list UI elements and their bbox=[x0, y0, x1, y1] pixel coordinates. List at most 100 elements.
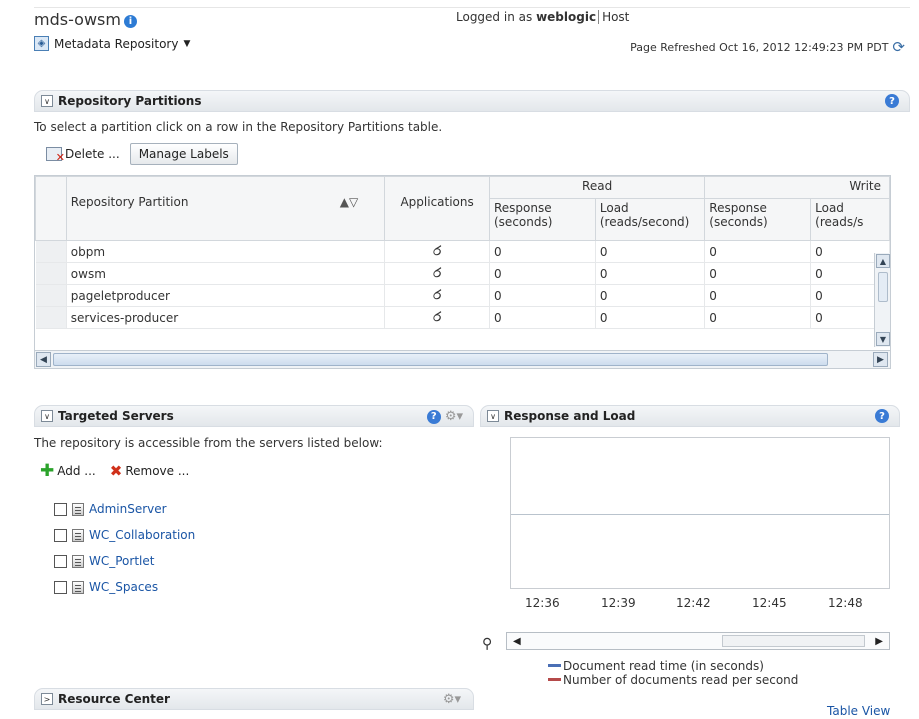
list-item: WC_Portlet bbox=[54, 548, 195, 574]
refresh-icon[interactable]: ⟳ bbox=[892, 38, 905, 56]
horizontal-scrollbar[interactable]: ◀ ▶ bbox=[35, 350, 890, 368]
server-link[interactable]: WC_Portlet bbox=[89, 554, 154, 568]
column-group-write: Write bbox=[704, 176, 890, 199]
legend-swatch bbox=[548, 678, 561, 681]
server-icon bbox=[72, 502, 84, 516]
table-row[interactable]: obpm ර 0 0 0 0 bbox=[35, 240, 890, 263]
list-item: WC_Collaboration bbox=[54, 522, 195, 548]
read-load: 0 bbox=[595, 240, 706, 263]
read-load: 0 bbox=[595, 306, 706, 329]
vertical-scrollbar[interactable]: ▲ ▼ bbox=[874, 253, 890, 347]
metadata-repository-menu[interactable]: ◈ Metadata Repository ▼ bbox=[34, 36, 190, 51]
remove-server-button[interactable]: ✖ Remove ... bbox=[110, 461, 190, 481]
column-group-read: Read bbox=[488, 176, 706, 199]
column-write-response[interactable]: Response (seconds) bbox=[704, 198, 812, 241]
column-applications[interactable]: Applications bbox=[384, 176, 490, 241]
info-icon[interactable]: i bbox=[123, 15, 137, 28]
manage-labels-button[interactable]: Manage Labels bbox=[129, 143, 238, 165]
collapse-toggle-icon[interactable]: ∨ bbox=[487, 410, 499, 422]
partition-name: services-producer bbox=[66, 306, 386, 329]
partitions-table: Repository Partition ▲▽ Applications Rea… bbox=[34, 175, 891, 369]
scroll-up-icon[interactable]: ▲ bbox=[876, 254, 890, 268]
glasses-icon[interactable]: ර bbox=[384, 262, 490, 285]
target-icon: ◈ bbox=[34, 36, 49, 51]
table-row[interactable]: owsm ර 0 0 0 0 bbox=[35, 262, 890, 285]
legend-item: Document read time (in seconds) bbox=[548, 659, 798, 673]
zoom-icon[interactable]: ⚲ bbox=[482, 636, 492, 652]
help-icon[interactable]: ? bbox=[875, 409, 889, 423]
read-response: 0 bbox=[489, 284, 596, 307]
scroll-left-icon[interactable]: ◀ bbox=[513, 636, 521, 647]
scroll-right-icon[interactable]: ▶ bbox=[873, 352, 888, 367]
sort-arrows-icon[interactable]: ▲▽ bbox=[340, 195, 358, 209]
server-checkbox[interactable] bbox=[54, 528, 67, 542]
gear-icon[interactable]: ⚙▾ bbox=[443, 692, 461, 707]
column-write-load[interactable]: Load (reads/s bbox=[810, 198, 890, 241]
legend-label: Number of documents read per second bbox=[563, 673, 799, 687]
collapse-toggle-icon[interactable]: ∨ bbox=[41, 410, 53, 422]
legend-swatch bbox=[548, 664, 561, 667]
add-label: Add ... bbox=[57, 464, 96, 478]
delete-icon bbox=[46, 147, 65, 164]
x-tick-label: 12:39 bbox=[601, 596, 636, 610]
legend-item: Number of documents read per second bbox=[548, 673, 798, 687]
row-selector[interactable] bbox=[35, 284, 67, 307]
table-view-link[interactable]: Table View bbox=[827, 704, 890, 718]
server-icon bbox=[72, 554, 84, 568]
scroll-thumb[interactable] bbox=[877, 272, 888, 302]
glasses-icon[interactable]: ර bbox=[384, 306, 490, 329]
section-title: Targeted Servers bbox=[58, 409, 174, 423]
server-checkbox[interactable] bbox=[54, 580, 67, 594]
column-repository-partition[interactable]: Repository Partition ▲▽ bbox=[65, 176, 386, 241]
server-icon bbox=[72, 580, 84, 594]
add-server-button[interactable]: ✚ Add ... bbox=[40, 461, 96, 481]
legend-label: Document read time (in seconds) bbox=[563, 659, 764, 673]
resource-center-header: > Resource Center ⚙▾ bbox=[34, 688, 474, 710]
row-selector[interactable] bbox=[35, 306, 67, 329]
logged-in-label: Logged in as bbox=[456, 10, 533, 24]
server-link[interactable]: WC_Collaboration bbox=[89, 528, 195, 542]
column-read-response[interactable]: Response (seconds) bbox=[489, 198, 596, 241]
scroll-thumb[interactable] bbox=[722, 635, 865, 647]
server-link[interactable]: WC_Spaces bbox=[89, 580, 158, 594]
glasses-icon[interactable]: ර bbox=[384, 240, 490, 263]
partition-name: obpm bbox=[66, 240, 386, 263]
glasses-icon[interactable]: ර bbox=[384, 284, 490, 307]
partition-name: owsm bbox=[66, 262, 386, 285]
page-refreshed: Page Refreshed Oct 16, 2012 12:49:23 PM … bbox=[630, 38, 905, 56]
repo-instructions: To select a partition click on a row in … bbox=[34, 120, 443, 134]
scroll-right-icon[interactable]: ▶ bbox=[875, 636, 883, 647]
refreshed-text: Page Refreshed Oct 16, 2012 12:49:23 PM … bbox=[630, 40, 889, 54]
scroll-left-icon[interactable]: ◀ bbox=[36, 352, 51, 367]
help-icon[interactable]: ? bbox=[885, 94, 899, 108]
row-selector[interactable] bbox=[35, 262, 67, 285]
x-tick-label: 12:42 bbox=[676, 596, 711, 610]
table-row[interactable]: pageletproducer ර 0 0 0 0 bbox=[35, 284, 890, 307]
response-load-header: ∨ Response and Load ? bbox=[480, 405, 900, 427]
server-checkbox[interactable] bbox=[54, 554, 67, 568]
targeted-servers-header: ∨ Targeted Servers ? ⚙▾ bbox=[34, 405, 474, 427]
list-item: WC_Spaces bbox=[54, 574, 195, 600]
repository-partitions-header: ∨ Repository Partitions ? bbox=[34, 90, 910, 112]
gear-icon[interactable]: ⚙▾ bbox=[445, 409, 463, 424]
table-row[interactable]: services-producer ර 0 0 0 0 bbox=[35, 306, 890, 329]
column-read-load[interactable]: Load (reads/second) bbox=[594, 198, 706, 241]
chart-time-scrollbar[interactable]: ◀ ▶ bbox=[506, 632, 890, 650]
repo-toolbar: Delete ... Manage Labels bbox=[46, 143, 238, 165]
partition-name: pageletproducer bbox=[66, 284, 386, 307]
remove-icon: ✖ bbox=[109, 462, 123, 480]
server-checkbox[interactable] bbox=[54, 502, 67, 516]
list-item: AdminServer bbox=[54, 496, 195, 522]
scroll-down-icon[interactable]: ▼ bbox=[876, 332, 890, 346]
scroll-thumb[interactable] bbox=[53, 353, 828, 366]
help-icon[interactable]: ? bbox=[426, 409, 441, 424]
row-selector[interactable] bbox=[35, 240, 67, 263]
server-icon bbox=[72, 528, 84, 542]
collapse-toggle-icon[interactable]: ∨ bbox=[41, 95, 53, 107]
expand-toggle-icon[interactable]: > bbox=[41, 693, 53, 705]
server-link[interactable]: AdminServer bbox=[89, 502, 167, 516]
delete-button[interactable]: Delete ... bbox=[46, 147, 120, 164]
host-link[interactable]: Host bbox=[598, 10, 630, 24]
chart-legend: Document read time (in seconds) Number o… bbox=[548, 659, 798, 687]
write-response: 0 bbox=[704, 306, 812, 329]
